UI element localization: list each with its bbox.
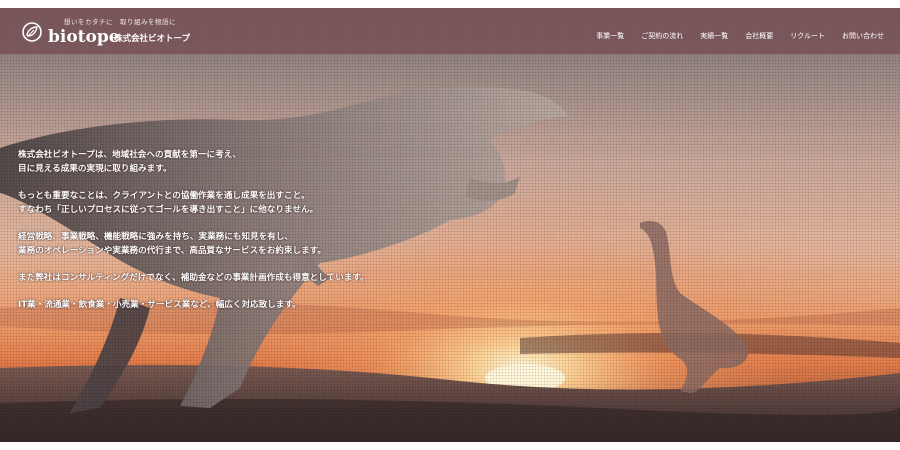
intro-paragraph: IT業・流通業・飲食業・小売業・サービス業など、幅広く対応致します。 [18, 298, 578, 312]
intro-line: 経営戦略、事業戦略、機能戦略に強みを持ち、実業務にも知見を有し、 [18, 232, 294, 242]
intro-line: 株式会社ビオトープは、地域社会への貢献を第一に考え、 [18, 150, 241, 160]
site-header: 想いをカタチに 取り組みを物語に biotope 株式会社ビオトープ 事業一覧 … [0, 8, 900, 54]
intro-line: すなわち「正しいプロセスに従ってゴールを導き出すこと」に他なりません。 [18, 205, 319, 215]
brand-name: biotope [48, 27, 120, 47]
intro-paragraph: 経営戦略、事業戦略、機能戦略に強みを持ち、実業務にも知見を有し、 業務のオペレー… [18, 230, 578, 258]
company-name: 株式会社ビオトープ [114, 34, 190, 44]
nav-item-works[interactable]: 実績一覧 [700, 31, 728, 41]
tagline: 想いをカタチに 取り組みを物語に [64, 18, 176, 26]
intro-line: もっとも重要なことは、クライアントとの協働作業を通し成果を出すこと。 [18, 191, 310, 201]
intro-copy: 株式会社ビオトープは、地域社会への貢献を第一に考え、 目に見える成果の実現に取り… [18, 148, 578, 325]
nav-item-recruit[interactable]: リクルート [790, 31, 825, 41]
intro-line: IT業・流通業・飲食業・小売業・サービス業など、幅広く対応致します。 [18, 300, 301, 310]
intro-line: また弊社はコンサルティングだけでなく、補助金などの事業計画作成も得意としています… [18, 273, 369, 283]
intro-paragraph: 株式会社ビオトープは、地域社会への貢献を第一に考え、 目に見える成果の実現に取り… [18, 148, 578, 176]
intro-line: 目に見える成果の実現に取り組みます。 [18, 164, 172, 174]
nav-item-contract-flow[interactable]: ご契約の流れ [641, 31, 683, 41]
nav-item-contact[interactable]: お問い合わせ [842, 31, 884, 41]
intro-paragraph: また弊社はコンサルティングだけでなく、補助金などの事業計画作成も得意としています… [18, 271, 578, 285]
main-nav: 事業一覧 ご契約の流れ 実績一覧 会社概要 リクルート お問い合わせ [579, 31, 884, 41]
intro-paragraph: もっとも重要なことは、クライアントとの協働作業を通し成果を出すこと。 すなわち「… [18, 189, 578, 217]
leaf-circle-icon [22, 22, 42, 42]
nav-item-company[interactable]: 会社概要 [745, 31, 773, 41]
nav-item-services[interactable]: 事業一覧 [596, 31, 624, 41]
intro-line: 業務のオペレーションや実業務の代行まで、高品質なサービスをお約束します。 [18, 246, 327, 256]
page: 想いをカタチに 取り組みを物語に biotope 株式会社ビオトープ 事業一覧 … [0, 0, 900, 450]
